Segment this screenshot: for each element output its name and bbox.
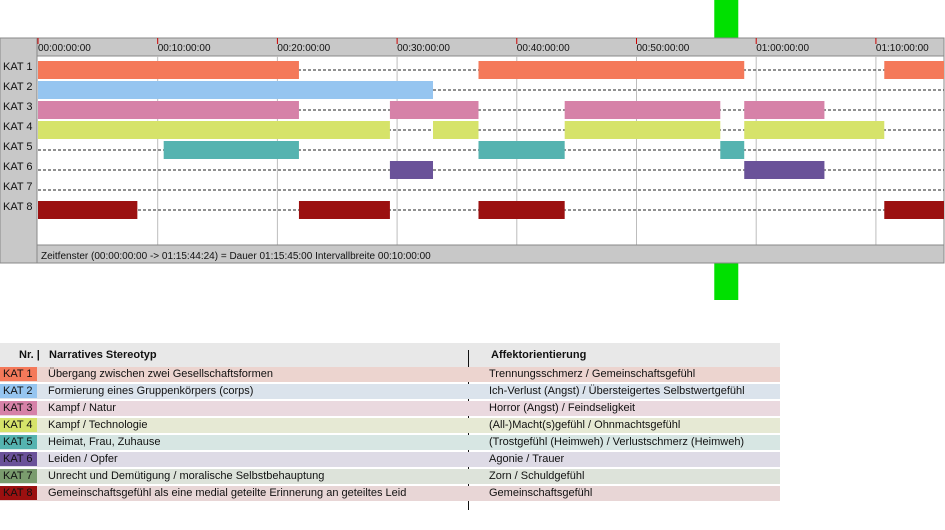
timeline-chart[interactable]: 00:00:00:00 00:10:00:00 00:20:00:00 00:30:0… (0, 0, 945, 300)
legend-narrative: Übergang zwischen zwei Gesellschaftsform… (48, 368, 273, 380)
tick-label: 00:20:00:00 (277, 43, 330, 54)
legend-row: KAT 6 Leiden / Opfer Agonie / Trauer (0, 452, 780, 467)
segment-bar[interactable] (564, 121, 721, 139)
tick-label: 00:30:00:00 (397, 43, 450, 54)
time-cursor-bottom[interactable] (714, 263, 739, 300)
time-cursor-top[interactable] (714, 0, 739, 38)
segment-bar[interactable] (38, 121, 390, 139)
segment-bar[interactable] (564, 101, 721, 119)
tick-label: 00:10:00:00 (158, 43, 211, 54)
legend-category-chip: KAT 5 (0, 435, 37, 449)
legend-category-chip: KAT 3 (0, 401, 37, 415)
legend-row-background (0, 401, 780, 416)
segment-bar[interactable] (720, 141, 745, 159)
legend-affect: Zorn / Schuldgefühl (489, 470, 585, 482)
tick-label: 01:10:00:00 (876, 43, 929, 54)
segment-bar[interactable] (389, 101, 479, 119)
legend-narrative: Kampf / Natur (48, 402, 116, 414)
tick-label: 00:40:00:00 (517, 43, 570, 54)
legend-narrative: Heimat, Frau, Zuhause (48, 436, 161, 448)
tick-label: 01:00:00:00 (756, 43, 809, 54)
legend-category-chip: KAT 8 (0, 486, 37, 500)
segment-bar[interactable] (163, 141, 299, 159)
legend-affect: Ich-Verlust (Angst) / Übersteigertes Sel… (489, 385, 745, 397)
tick-label: 00:50:00:00 (637, 43, 690, 54)
legend-category-chip: KAT 4 (0, 418, 37, 432)
segment-bar[interactable] (38, 61, 299, 79)
category-label: KAT 1 (3, 61, 33, 73)
legend-affect: (Trostgefühl (Heimweh) / Verlustschmerz … (489, 436, 745, 448)
segment-bar[interactable] (744, 101, 825, 119)
segment-bar[interactable] (884, 61, 944, 79)
legend-narrative: Kampf / Technologie (48, 419, 148, 431)
segment-bar[interactable] (744, 161, 825, 179)
category-label: KAT 3 (3, 101, 33, 113)
legend-header: Nr. | Narratives Stereotyp Affektorienti… (0, 343, 780, 367)
category-label: KAT 2 (3, 81, 33, 93)
segment-bar[interactable] (744, 121, 885, 139)
category-label: KAT 7 (3, 181, 33, 193)
legend-header-nr: Nr. | (19, 349, 40, 361)
legend-category-chip: KAT 1 (0, 367, 37, 381)
legend-row: KAT 1 Übergang zwischen zwei Gesellschaft… (0, 367, 780, 382)
segment-bar[interactable] (478, 141, 565, 159)
legend-affect: (All-)Macht(s)gefühl / Ohnmachtsgefühl (489, 419, 681, 431)
category-label: KAT 4 (3, 121, 33, 133)
segment-bar[interactable] (884, 201, 944, 219)
legend-narrative: Unrecht und Demütigung / moralische Selb… (48, 470, 325, 482)
tick-label: 00:00:00:00 (38, 43, 91, 54)
legend-affect: Horror (Angst) / Feindseligkeit (489, 402, 636, 414)
segment-bar[interactable] (389, 161, 434, 179)
segment-bar[interactable] (38, 101, 299, 119)
category-label: KAT 6 (3, 161, 33, 173)
legend-row: KAT 3 Kampf / Natur Horror (Angst) / Feind… (0, 401, 780, 416)
legend-row: KAT 7 Unrecht und Demütigung / moralische… (0, 469, 780, 484)
legend-row: KAT 4 Kampf / Technologie (All-)Macht(s)ge… (0, 418, 780, 433)
legend-narrative: Leiden / Opfer (48, 453, 118, 465)
segment-bar[interactable] (478, 61, 745, 79)
legend-header-narrative: Narratives Stereotyp (49, 349, 157, 361)
legend-narrative: Gemeinschaftsgefühl als eine medial gete… (48, 487, 407, 499)
segment-bar[interactable] (298, 201, 390, 219)
legend-narrative: Formierung eines Gruppenkörpers (corps) (48, 385, 254, 397)
category-label: KAT 5 (3, 141, 33, 153)
segment-bar[interactable] (478, 201, 565, 219)
legend-row: KAT 8 Gemeinschaftsgefühl als eine medial… (0, 486, 780, 501)
legend-affect: Gemeinschaftsgefühl (489, 487, 593, 499)
legend-row: KAT 2 Formierung eines Gruppenkörpers (co… (0, 384, 780, 399)
status-text: Zeitfenster (00:00:00:00 -> 01:15:44:24)… (41, 251, 431, 262)
legend-category-chip: KAT 6 (0, 452, 37, 466)
legend-category-chip: KAT 7 (0, 469, 37, 483)
segment-bar[interactable] (38, 81, 434, 99)
legend-category-chip: KAT 2 (0, 384, 37, 398)
legend-header-affect: Affektorientierung (491, 349, 587, 361)
segment-bar[interactable] (433, 121, 479, 139)
legend-row: KAT 5 Heimat, Frau, Zuhause (Trostgefühl (… (0, 435, 780, 450)
legend-affect: Agonie / Trauer (489, 453, 565, 465)
segment-bar[interactable] (38, 201, 138, 219)
category-label: KAT 8 (3, 201, 33, 213)
legend-affect: Trennungsschmerz / Gemeinschaftsgefühl (489, 368, 696, 380)
